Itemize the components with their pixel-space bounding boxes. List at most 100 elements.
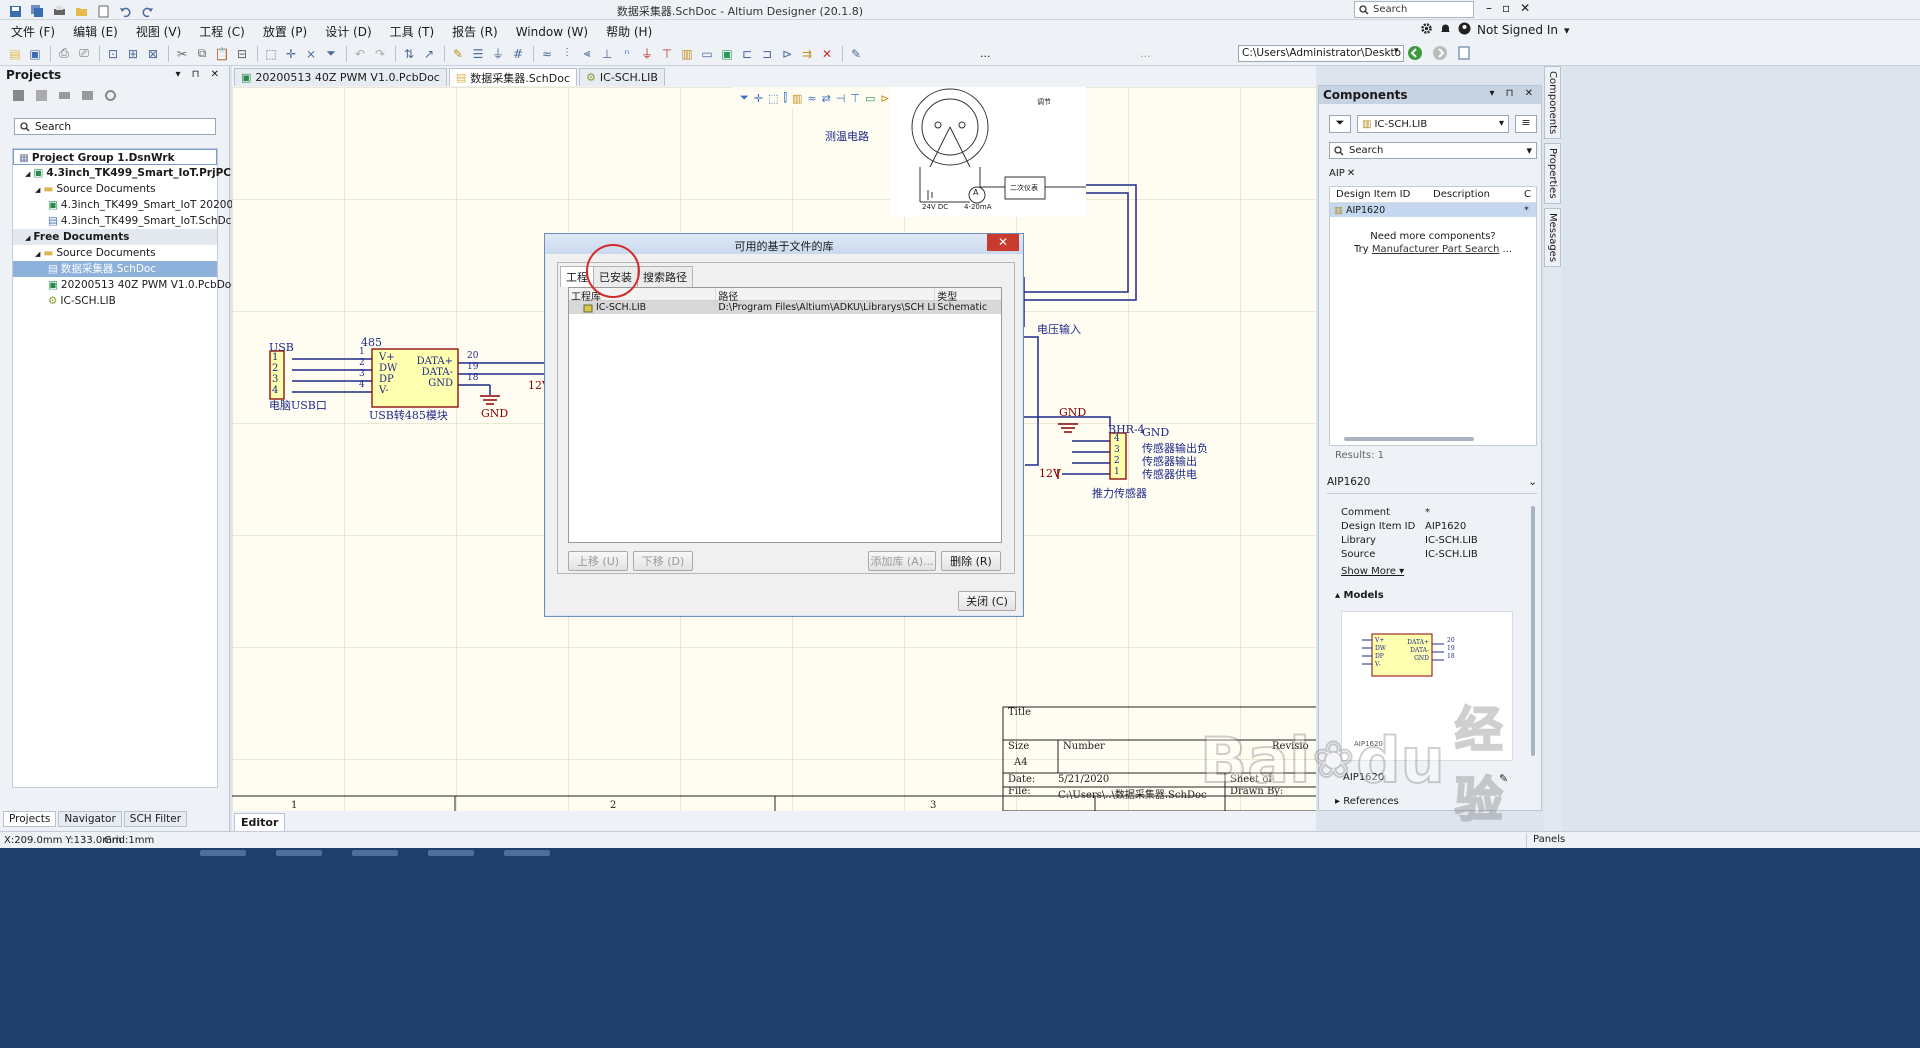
projects-search-input[interactable]: Search xyxy=(14,118,216,135)
minimize-button[interactable]: – xyxy=(1486,1,1492,15)
taskbar-app-1[interactable] xyxy=(200,850,246,856)
highlight-icon[interactable]: ✎ xyxy=(847,45,865,63)
col-type[interactable]: 类型 xyxy=(935,288,1001,303)
cut-icon[interactable]: ✂ xyxy=(173,45,191,63)
path-dropdown-icon[interactable]: ▾ xyxy=(1394,46,1399,56)
menu-item[interactable]: 文件 (F) xyxy=(2,20,64,43)
chevron-down-icon[interactable]: ▾ xyxy=(1564,24,1570,37)
signal-harness-icon[interactable]: ⫷ xyxy=(578,45,596,63)
expand-toggle-icon[interactable]: ◢ xyxy=(35,250,40,258)
global-search-input[interactable]: Search xyxy=(1354,1,1474,18)
tree-item[interactable]: ▦ Project Group 1.DsnWrk xyxy=(13,149,217,165)
forward-icon[interactable] xyxy=(1432,45,1448,64)
side-tab[interactable]: Components xyxy=(1544,66,1561,140)
no-erc-icon[interactable]: ✕ xyxy=(818,45,836,63)
restore-button[interactable]: ▫ xyxy=(1502,1,1510,15)
project-options-icon[interactable] xyxy=(58,89,71,99)
filter-button[interactable]: ⏷ xyxy=(1329,115,1351,133)
print-icon[interactable]: ⎙ xyxy=(55,45,73,63)
zoom-fit-icon[interactable]: ⊡ xyxy=(104,45,122,63)
editor-tab[interactable]: Editor xyxy=(234,813,286,831)
col-design-item-id[interactable]: Design Item ID xyxy=(1330,189,1427,200)
panels-button[interactable]: Panels xyxy=(1526,833,1571,848)
menu-item[interactable]: Window (W) xyxy=(507,22,597,42)
panel-controls[interactable]: ▾ ⊓ ✕ xyxy=(175,69,223,80)
tree-item[interactable]: ◢ ▣ 4.3inch_TK499_Smart_IoT.PrjPCB xyxy=(13,165,239,181)
save-project-icon[interactable] xyxy=(12,89,25,101)
zoom-selected-icon[interactable]: ⊠ xyxy=(144,45,162,63)
grid-icon[interactable]: # xyxy=(509,45,527,63)
move-down-button[interactable]: 下移 (D) xyxy=(633,551,693,571)
side-tab[interactable]: Properties xyxy=(1544,143,1561,204)
models-section[interactable]: ▴ Models xyxy=(1335,590,1384,601)
tree-item[interactable]: ◢ ▬ Source Documents xyxy=(13,245,217,261)
show-more-link[interactable]: Show More ▾ xyxy=(1341,566,1404,577)
settings-icon[interactable] xyxy=(104,89,117,101)
bus-entry-icon[interactable]: ⊥ xyxy=(598,45,616,63)
horizontal-scrollbar[interactable] xyxy=(1334,437,1532,443)
library-row[interactable]: IC-SCH.LIB D:\Program Files\Altium\ADKU\… xyxy=(569,301,1001,314)
taskbar-app-4[interactable] xyxy=(428,850,474,856)
manufacturer-search-link[interactable]: Manufacturer Part Search xyxy=(1372,244,1499,255)
document-path-field[interactable]: C:\Users\Administrator\Deskto xyxy=(1238,45,1404,62)
print-preview-icon[interactable]: ⎚ xyxy=(75,45,93,63)
move-icon[interactable]: ✛ xyxy=(282,45,300,63)
tree-item[interactable]: ▤ 4.3inch_TK499_Smart_IoT.SchDc xyxy=(13,213,231,229)
expand-toggle-icon[interactable]: ◢ xyxy=(25,170,30,178)
add-library-button[interactable]: 添加库 (A)... xyxy=(868,551,936,571)
sheet-symbol-icon[interactable]: ▭ xyxy=(698,45,716,63)
paste-icon[interactable]: 📋 xyxy=(213,45,231,63)
filter-chip[interactable]: AIP ✕ xyxy=(1329,168,1355,179)
component-row[interactable]: ▥ AIP1620 * xyxy=(1330,203,1536,217)
cross-probe-icon[interactable]: ↗ xyxy=(420,45,438,63)
gnd-port-icon[interactable]: ⏚ xyxy=(638,45,656,63)
open-icon[interactable]: ▤ xyxy=(6,45,24,63)
rubber-stamp-icon[interactable]: ⊟ xyxy=(233,45,251,63)
menu-item[interactable]: 视图 (V) xyxy=(127,20,190,43)
col-description[interactable]: Description xyxy=(1427,189,1524,200)
move-up-button[interactable]: 上移 (U) xyxy=(568,551,628,571)
tree-item[interactable]: ▣ 20200513 40Z PWM V1.0.PcbDoc xyxy=(13,277,237,293)
close-project-icon[interactable] xyxy=(81,89,94,100)
tree-item[interactable]: ⚙ IC-SCH.LIB xyxy=(13,293,217,309)
dialog-close-button[interactable]: 关闭 (C) xyxy=(958,591,1016,611)
chevron-down-icon[interactable]: ▾ xyxy=(1526,144,1532,157)
tree-item[interactable]: ▤ 数据采集器.SchDoc xyxy=(13,261,217,277)
clear-filter-icon[interactable]: ⏷ xyxy=(322,45,340,63)
hierarchy-icon[interactable]: ⇅ xyxy=(400,45,418,63)
details-scrollbar[interactable] xyxy=(1531,506,1535,756)
zoom-area-icon[interactable]: ⊞ xyxy=(124,45,142,63)
library-select[interactable]: ▥ IC-SCH.LIB ▾ xyxy=(1357,115,1509,133)
dialog-tab[interactable]: 搜索路径 xyxy=(637,266,693,287)
tree-item[interactable]: ◢ Free Documents xyxy=(13,229,217,245)
tree-item[interactable]: ◢ ▬ Source Documents xyxy=(13,181,217,197)
port-icon[interactable]: ⊳ xyxy=(778,45,796,63)
vcc-port-icon[interactable]: ⊤ xyxy=(658,45,676,63)
notifications-icon[interactable] xyxy=(1439,22,1452,38)
menu-item[interactable]: 放置 (P) xyxy=(254,20,316,43)
save-icon[interactable]: ▣ xyxy=(26,45,44,63)
remove-library-button[interactable]: 删除 (R) xyxy=(941,551,1001,571)
components-panel-controls[interactable]: ▾ ⊓ ✕ xyxy=(1489,88,1537,102)
menu-item[interactable]: 报告 (R) xyxy=(443,20,507,43)
toolbar-overflow-1[interactable]: ... xyxy=(980,47,991,60)
col-path[interactable]: 路径 xyxy=(716,288,936,303)
net-color-icon[interactable]: ✎ xyxy=(449,45,467,63)
copy-icon[interactable]: ⧉ xyxy=(193,45,211,63)
menu-item[interactable]: 编辑 (E) xyxy=(64,20,127,43)
references-section[interactable]: ▸ References xyxy=(1335,796,1399,807)
off-sheet-icon[interactable]: ⇉ xyxy=(798,45,816,63)
part-icon[interactable]: ▥ xyxy=(678,45,696,63)
tree-item[interactable]: ▣ 4.3inch_TK499_Smart_IoT 20200... xyxy=(13,197,243,213)
doc-info-icon[interactable] xyxy=(1458,46,1470,63)
component-details-header[interactable]: AIP1620 ⌄ xyxy=(1327,476,1537,494)
document-tab[interactable]: ▤ 数据采集器.SchDoc xyxy=(448,68,578,86)
redo-icon[interactable]: ↷ xyxy=(371,45,389,63)
side-tab[interactable]: Messages xyxy=(1544,207,1561,267)
device-sheet-icon[interactable]: ⊏ xyxy=(738,45,756,63)
panel-tab[interactable]: Navigator xyxy=(58,811,122,827)
close-window-button[interactable]: ✕ xyxy=(1520,1,1530,15)
panel-tab[interactable]: SCH Filter xyxy=(123,811,188,827)
back-icon[interactable] xyxy=(1407,45,1423,64)
cross-select-icon[interactable]: ⨯ xyxy=(302,45,320,63)
